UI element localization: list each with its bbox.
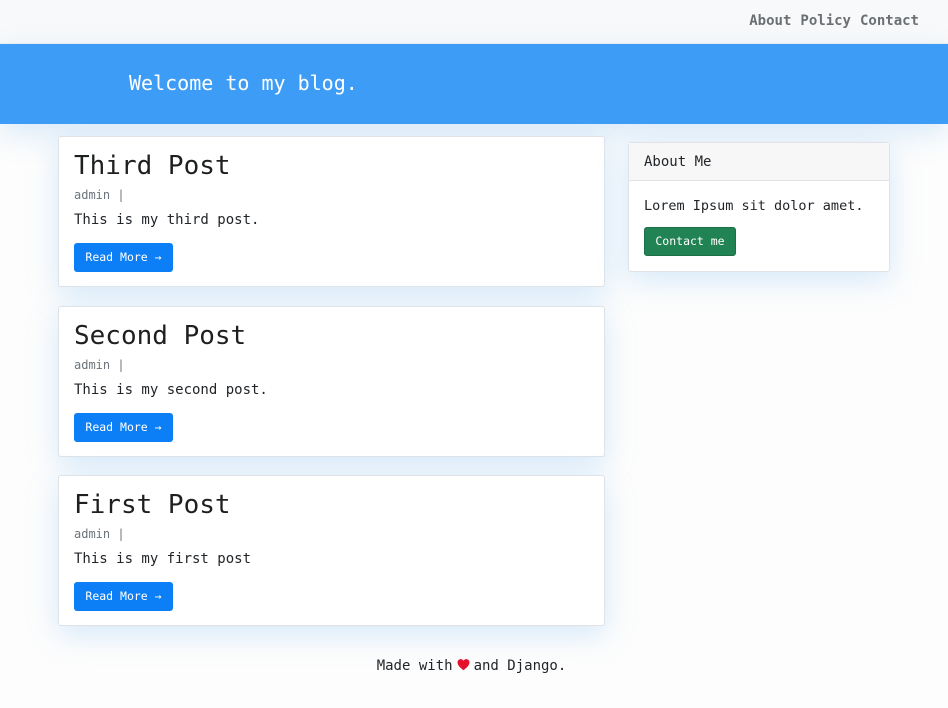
post-excerpt: This is my first post xyxy=(74,551,252,567)
contact-me-button[interactable]: Contact me xyxy=(644,227,736,256)
nav-link-about[interactable]: About xyxy=(749,12,791,30)
footer: Made with and Django. xyxy=(0,656,948,676)
post-card-second: Second Post admin | This is my second po… xyxy=(58,306,605,457)
post-title[interactable]: Third Post xyxy=(74,150,231,182)
widget-text: Lorem Ipsum sit dolor amet. xyxy=(644,198,864,214)
post-card-first: First Post admin | This is my first post… xyxy=(58,475,605,626)
read-more-button[interactable]: Read More → xyxy=(74,413,173,442)
post-meta: admin | xyxy=(74,188,125,202)
nav-links: About Policy Contact xyxy=(749,12,919,30)
nav-link-policy[interactable]: Policy xyxy=(800,12,851,30)
heart-icon xyxy=(457,659,470,671)
widget-title: About Me xyxy=(644,154,712,170)
post-title[interactable]: Second Post xyxy=(74,320,246,352)
navbar: About Policy Contact xyxy=(0,0,948,44)
read-more-button[interactable]: Read More → xyxy=(74,582,173,611)
post-title[interactable]: First Post xyxy=(74,489,231,521)
masthead-title: Welcome to my blog. xyxy=(129,71,358,95)
about-me-widget: About Me Lorem Ipsum sit dolor amet. Con… xyxy=(628,142,890,272)
footer-prefix: Made with xyxy=(376,658,453,674)
nav-link-contact[interactable]: Contact xyxy=(860,12,919,30)
post-card-third: Third Post admin | This is my third post… xyxy=(58,136,605,287)
masthead: Welcome to my blog. xyxy=(0,44,948,124)
widget-header: About Me xyxy=(629,143,889,181)
footer-suffix: and Django. xyxy=(473,658,567,674)
post-meta: admin | xyxy=(74,527,125,541)
post-excerpt: This is my third post. xyxy=(74,212,260,228)
read-more-button[interactable]: Read More → xyxy=(74,243,173,272)
post-excerpt: This is my second post. xyxy=(74,382,268,398)
post-meta: admin | xyxy=(74,358,125,372)
